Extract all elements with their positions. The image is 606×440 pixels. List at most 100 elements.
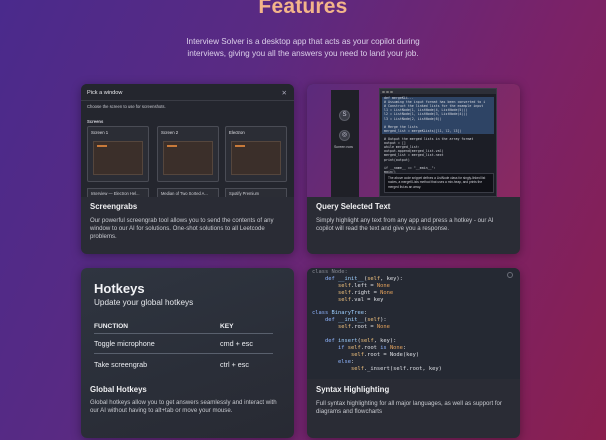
screens-label: Screens <box>87 119 104 124</box>
code-token: : <box>344 269 348 275</box>
close-icon[interactable]: ✕ <box>282 89 287 97</box>
code-token: __init__ <box>337 275 364 282</box>
ai-response-text: The above code snippet defines a ListNod… <box>388 176 486 189</box>
app-icon[interactable]: S <box>339 110 350 121</box>
divider <box>94 333 273 334</box>
card-description: Our powerful screengrab tool allows you … <box>90 217 274 241</box>
screen-thumbnail-1[interactable]: Screen 1 <box>87 126 149 182</box>
window-label: Interview — Electron Hel... <box>91 191 140 196</box>
code-token: ): <box>380 317 387 324</box>
code-token: None <box>376 282 390 289</box>
page-subtitle: Interview Solver is a desktop app that a… <box>186 37 420 58</box>
code-line: def __init__(self, key): <box>312 276 403 282</box>
screen-preview <box>163 141 213 175</box>
hotkeys-heading: Hotkeys <box>94 281 145 296</box>
code-token: .root = Node(key) <box>363 351 420 358</box>
code-line: self.right = None <box>312 290 393 296</box>
code-token: is <box>380 344 390 351</box>
code-token: None <box>389 344 403 351</box>
code-token: ._insert(self.root, key) <box>363 365 442 372</box>
code-line: self.root = Node(key) <box>312 352 419 358</box>
code-token: __init__ <box>337 317 364 324</box>
pick-window-dialog: Pick a window ✕ Choose the screen to use… <box>81 84 294 197</box>
code-token: class <box>312 269 332 275</box>
code-token: def <box>324 275 338 282</box>
code-token: self <box>367 317 381 324</box>
hotkey-key[interactable]: cmd + esc <box>220 339 253 348</box>
code-line: else: <box>312 359 354 365</box>
code-token: .val = key <box>350 296 384 303</box>
screengrabs-card: Pick a window ✕ Choose the screen to use… <box>81 84 294 254</box>
code-token: : <box>402 344 407 351</box>
window-item-3[interactable]: Spotify Premium <box>225 188 287 197</box>
code-token: def <box>324 338 338 344</box>
code-line: if self.root is None: <box>312 345 406 351</box>
screen-icon[interactable]: ◎ <box>339 130 350 141</box>
code-token: None <box>376 324 390 331</box>
window-item-1[interactable]: Interview — Electron Hel... <box>87 188 149 197</box>
code-line: l3 = ListNode(2, ListNode(6)) <box>384 116 442 121</box>
code-token: insert <box>337 338 358 344</box>
code-line: merged_list = mergeKLists([l1, l2, l3]) <box>384 128 462 133</box>
card-title: Screengrabs <box>90 202 138 211</box>
card-description: Global hotkeys allow you to get answers … <box>90 399 277 415</box>
function-column-header: FUNCTION <box>94 323 129 330</box>
code-preview: class Node: def __init__(self, key): sel… <box>307 268 520 379</box>
syntax-highlighting-card: class Node: def __init__(self, key): sel… <box>307 268 520 438</box>
code-token: else <box>337 358 351 365</box>
code-line: class BinaryTree: <box>312 310 367 316</box>
code-token: self <box>337 296 351 303</box>
window-item-2[interactable]: Median of Two Sorted A... <box>157 188 219 197</box>
global-hotkeys-card: Hotkeys Update your global hotkeys FUNCT… <box>81 268 294 438</box>
code-token: self <box>367 275 381 282</box>
window-label: Median of Two Sorted A... <box>161 191 208 196</box>
code-token: self <box>337 289 351 296</box>
code-line: self.root = None <box>312 324 390 330</box>
hotkey-key[interactable]: ctrl + esc <box>220 360 249 369</box>
copy-icon[interactable] <box>507 272 513 278</box>
screen-label: Electron <box>229 130 245 135</box>
code-line: def __init__(self): <box>312 317 387 323</box>
divider <box>94 353 273 354</box>
ai-response-popup: The above code snippet defines a ListNod… <box>384 173 494 193</box>
code-token: : <box>363 310 368 317</box>
code-token: : <box>350 358 355 365</box>
code-line: self.val = key <box>312 297 383 303</box>
code-line: print(output) <box>384 157 410 162</box>
screen-thumbnail-2[interactable]: Screen 2 <box>157 126 219 182</box>
query-preview: S ◎ Screen now def mergeKLi... # Assumin… <box>307 84 520 197</box>
code-token: class <box>312 310 332 317</box>
code-token: BinaryTree <box>331 310 364 317</box>
window-titlebar <box>380 89 496 94</box>
key-column-header: KEY <box>220 323 234 330</box>
code-token: def <box>324 317 338 324</box>
dialog-title: Pick a window <box>87 90 123 96</box>
screen-now-label: Screen now <box>334 145 353 149</box>
dialog-instruction: Choose the screen to use for screenshots… <box>87 104 166 109</box>
code-token: .right = <box>350 289 381 296</box>
screen-label: Screen 2 <box>161 130 179 135</box>
app-sidebar: S ◎ Screen now <box>331 90 359 197</box>
screen-label: Screen 1 <box>91 130 109 135</box>
code-token: .root = <box>350 324 377 331</box>
code-token: self <box>337 324 351 331</box>
screen-thumbnail-3[interactable]: Electron <box>225 126 287 182</box>
code-token: self <box>350 351 364 358</box>
divider <box>81 100 294 101</box>
code-token: , key): <box>380 275 403 282</box>
card-title: Global Hotkeys <box>90 385 147 394</box>
code-token: self <box>337 282 351 289</box>
code-token: self <box>347 344 361 351</box>
code-line: class Node: <box>312 269 348 275</box>
code-line: self.left = None <box>312 283 390 289</box>
